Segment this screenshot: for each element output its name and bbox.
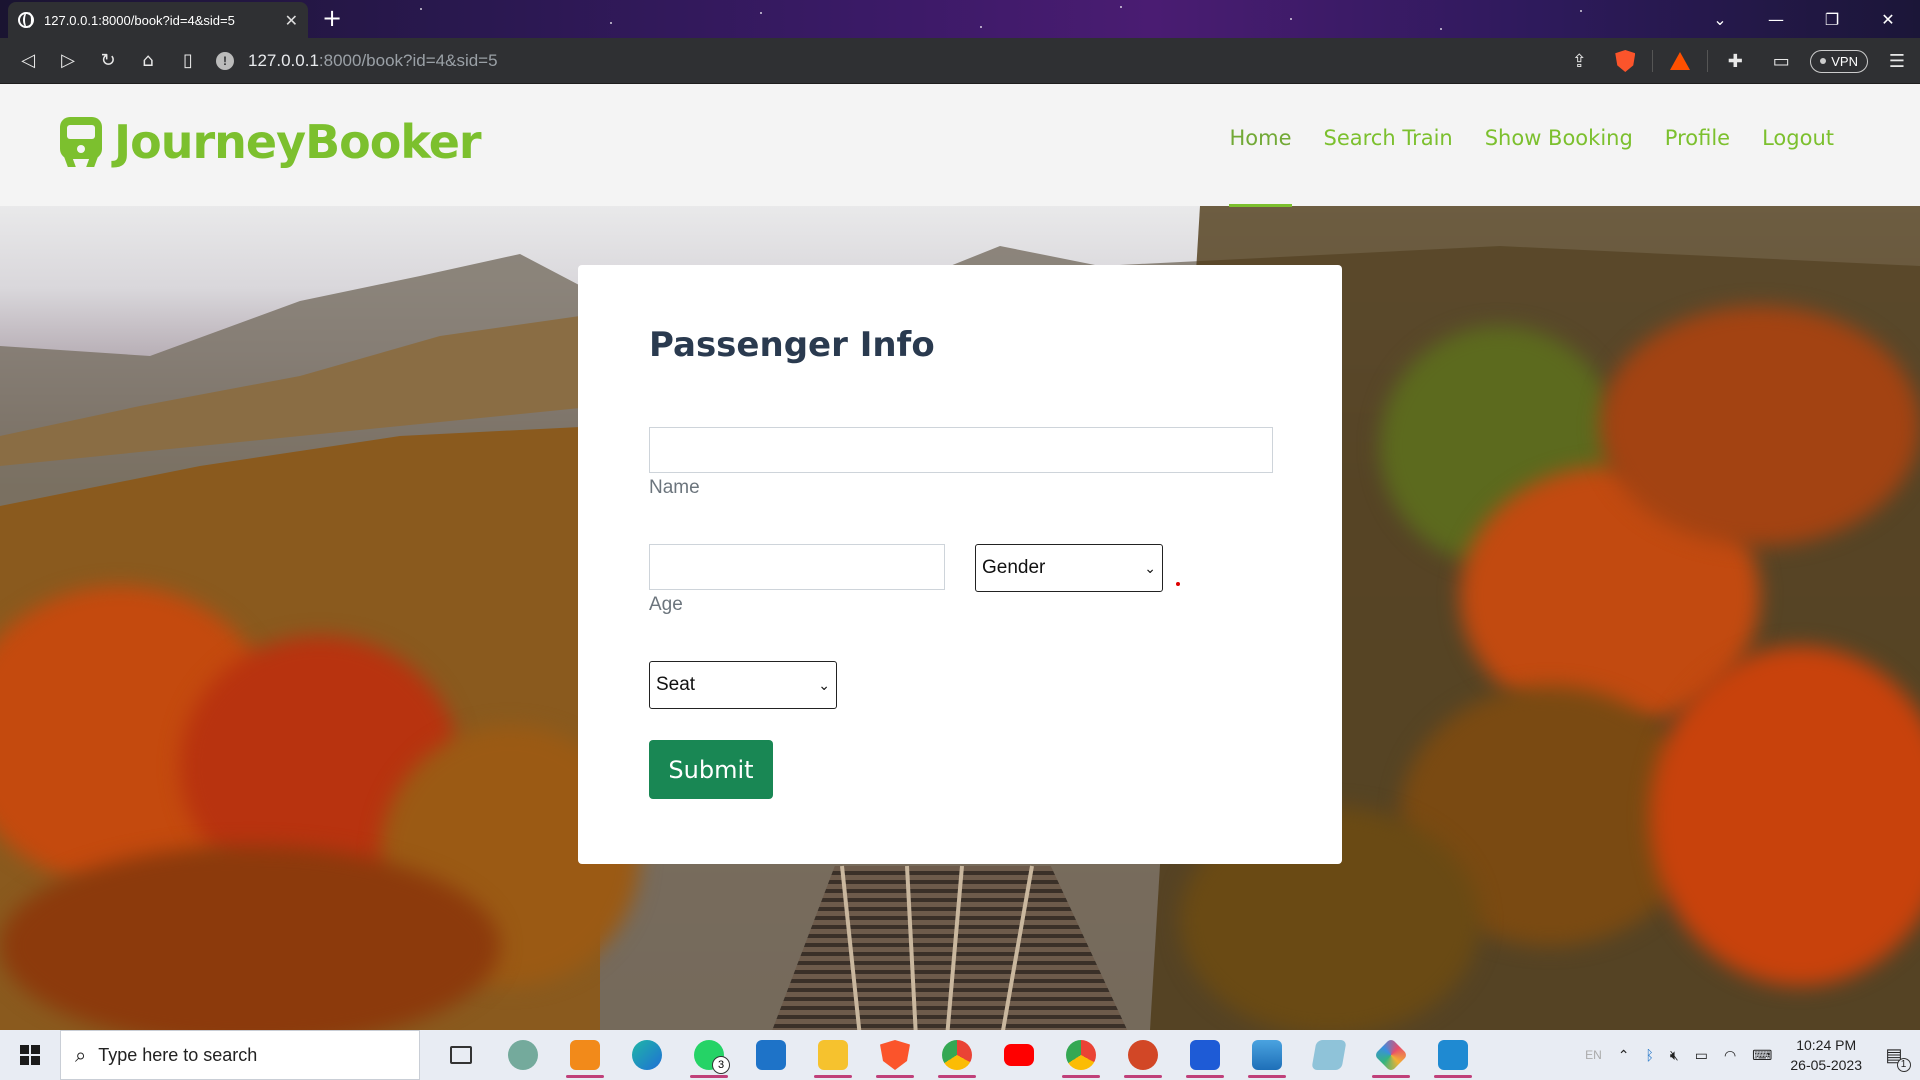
toolbar-separator bbox=[1652, 50, 1654, 72]
autumn-tree-cluster bbox=[0, 846, 500, 1030]
autumn-tree-cluster bbox=[1600, 306, 1920, 546]
site-navbar: JourneyBooker Home Search Train Show Boo… bbox=[0, 84, 1920, 207]
brand-logo[interactable]: JourneyBooker bbox=[58, 115, 482, 169]
app-blue-icon[interactable] bbox=[1174, 1030, 1236, 1080]
windows-taskbar: ⌕ Type here to search 3 EN ⌃ ᛒ 🔇︎ ▭ ◠ ⌨ … bbox=[0, 1030, 1920, 1080]
taskbar-search[interactable]: ⌕ Type here to search bbox=[60, 1030, 420, 1080]
taskbar-apps: 3 bbox=[430, 1030, 1484, 1080]
browser-tab-strip: 127.0.0.1:8000/book?id=4&sid=5 ✕ + ⌄ — ❐… bbox=[0, 0, 1920, 38]
address-bar[interactable]: ! 127.0.0.1:8000/book?id=4&sid=5 bbox=[216, 43, 1556, 79]
vpn-status-dot-icon bbox=[1820, 58, 1827, 64]
forward-arrow-icon[interactable]: ▷ bbox=[48, 41, 88, 81]
vscode-icon[interactable] bbox=[1422, 1030, 1484, 1080]
new-tab-button[interactable]: + bbox=[318, 6, 346, 32]
back-arrow-icon[interactable]: ◁ bbox=[8, 41, 48, 81]
name-input[interactable] bbox=[649, 427, 1273, 473]
age-input[interactable] bbox=[649, 544, 945, 590]
toolbar-separator bbox=[1707, 50, 1709, 72]
menu-hamburger-icon[interactable]: ☰ bbox=[1874, 41, 1920, 81]
nav-logout[interactable]: Logout bbox=[1762, 126, 1834, 150]
chevron-down-icon: ⌄ bbox=[1144, 559, 1156, 576]
nav-show-booking[interactable]: Show Booking bbox=[1485, 126, 1633, 150]
brave-rewards-icon[interactable] bbox=[1657, 41, 1703, 81]
wifi-icon[interactable]: ◠ bbox=[1724, 1047, 1736, 1064]
url-host: 127.0.0.1 bbox=[248, 51, 319, 70]
keyboard-icon[interactable]: ⌨ bbox=[1752, 1047, 1772, 1064]
site-info-icon[interactable]: ! bbox=[216, 52, 234, 70]
clock-date: 26-05-2023 bbox=[1790, 1057, 1862, 1073]
powerpoint-icon[interactable] bbox=[1112, 1030, 1174, 1080]
name-label: Name bbox=[649, 477, 700, 498]
show-hidden-icons-icon[interactable]: ⌃ bbox=[1618, 1047, 1630, 1064]
tab-search-chevron-icon[interactable]: ⌄ bbox=[1692, 0, 1748, 38]
windows-logo-icon bbox=[20, 1045, 40, 1065]
close-tab-icon[interactable]: ✕ bbox=[285, 11, 298, 30]
browser-tab-active[interactable]: 127.0.0.1:8000/book?id=4&sid=5 ✕ bbox=[8, 2, 308, 38]
brave-shields-icon[interactable] bbox=[1602, 41, 1648, 81]
minimize-button[interactable]: — bbox=[1748, 0, 1804, 38]
brave-browser-icon[interactable] bbox=[864, 1030, 926, 1080]
app-diamond-icon[interactable] bbox=[1360, 1030, 1422, 1080]
mail-icon[interactable] bbox=[740, 1030, 802, 1080]
language-indicator[interactable]: EN bbox=[1585, 1048, 1602, 1062]
search-icon: ⌕ bbox=[75, 1043, 87, 1067]
globe-icon bbox=[18, 12, 34, 28]
required-indicator bbox=[1176, 582, 1180, 586]
whatsapp-badge: 3 bbox=[712, 1056, 730, 1074]
taskbar-search-placeholder: Type here to search bbox=[98, 1044, 258, 1065]
close-window-button[interactable]: ✕ bbox=[1860, 0, 1916, 38]
chatgpt-icon[interactable] bbox=[492, 1030, 554, 1080]
whatsapp-icon[interactable]: 3 bbox=[678, 1030, 740, 1080]
main-nav: Home Search Train Show Booking Profile L… bbox=[1197, 126, 1834, 207]
battery-icon[interactable]: ▭ bbox=[1695, 1047, 1708, 1064]
seat-select[interactable]: Seat ⌄ bbox=[649, 661, 837, 709]
home-icon[interactable]: ⌂ bbox=[128, 41, 168, 81]
extensions-puzzle-icon[interactable]: ✚ bbox=[1712, 41, 1758, 81]
url-path: :8000/book?id=4&sid=5 bbox=[318, 51, 498, 70]
gender-select[interactable]: Gender ⌄ bbox=[975, 544, 1163, 592]
bluetooth-icon[interactable]: ᛒ bbox=[1645, 1047, 1653, 1063]
passenger-form-card: Passenger Info Name Age Gender ⌄ Seat ⌄ … bbox=[578, 265, 1342, 864]
page-viewport: JourneyBooker Home Search Train Show Boo… bbox=[0, 84, 1920, 1030]
notification-center-icon[interactable]: ▤ 1 bbox=[1876, 1040, 1912, 1072]
wallet-icon[interactable]: ▭ bbox=[1758, 41, 1804, 81]
chrome-profile-icon[interactable] bbox=[926, 1030, 988, 1080]
vpn-label: VPN bbox=[1831, 53, 1858, 69]
chrome-icon[interactable] bbox=[1050, 1030, 1112, 1080]
restore-button[interactable]: ❐ bbox=[1804, 0, 1860, 38]
photos-icon[interactable] bbox=[1236, 1030, 1298, 1080]
vpn-button[interactable]: VPN bbox=[1810, 49, 1868, 73]
system-tray: EN ⌃ ᛒ 🔇︎ ▭ ◠ ⌨ 10:24 PM 26-05-2023 ▤ 1 bbox=[1577, 1030, 1920, 1080]
url-text[interactable]: 127.0.0.1:8000/book?id=4&sid=5 bbox=[248, 51, 498, 71]
clock[interactable]: 10:24 PM 26-05-2023 bbox=[1790, 1035, 1862, 1075]
gender-select-value: Gender bbox=[982, 557, 1046, 578]
edge-icon[interactable] bbox=[616, 1030, 678, 1080]
notification-count: 1 bbox=[1896, 1057, 1911, 1072]
youtube-icon[interactable] bbox=[988, 1030, 1050, 1080]
notes-icon[interactable] bbox=[1298, 1030, 1360, 1080]
chevron-down-icon: ⌄ bbox=[818, 676, 830, 693]
toolbar-right-actions: ⇪ ✚ ▭ VPN ☰ bbox=[1556, 38, 1920, 84]
nav-search-train[interactable]: Search Train bbox=[1324, 126, 1453, 150]
train-icon bbox=[58, 117, 104, 167]
seat-select-value: Seat bbox=[656, 674, 696, 695]
clock-time: 10:24 PM bbox=[1796, 1037, 1857, 1053]
task-view-icon[interactable] bbox=[430, 1030, 492, 1080]
reload-icon[interactable]: ↻ bbox=[88, 41, 128, 81]
form-heading: Passenger Info bbox=[649, 325, 935, 365]
nav-profile[interactable]: Profile bbox=[1665, 126, 1730, 150]
start-button[interactable] bbox=[0, 1030, 60, 1080]
volume-muted-icon[interactable]: 🔇︎ bbox=[1670, 1047, 1679, 1064]
submit-button[interactable]: Submit bbox=[649, 740, 773, 799]
brand-name: JourneyBooker bbox=[114, 115, 482, 169]
bookmark-icon[interactable]: ▯ bbox=[168, 41, 208, 81]
sublime-icon[interactable] bbox=[554, 1030, 616, 1080]
browser-toolbar: ◁ ▷ ↻ ⌂ ▯ ! 127.0.0.1:8000/book?id=4&sid… bbox=[0, 38, 1920, 84]
tab-title: 127.0.0.1:8000/book?id=4&sid=5 bbox=[44, 12, 235, 28]
age-label: Age bbox=[649, 594, 683, 615]
share-icon[interactable]: ⇪ bbox=[1556, 41, 1602, 81]
file-explorer-icon[interactable] bbox=[802, 1030, 864, 1080]
nav-home[interactable]: Home bbox=[1229, 126, 1292, 207]
